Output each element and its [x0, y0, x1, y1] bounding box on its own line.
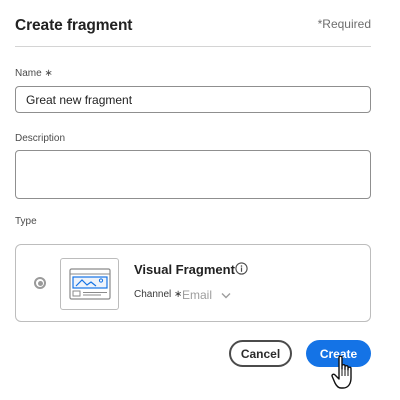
cancel-button[interactable]: Cancel [229, 340, 292, 367]
type-label: Type [15, 216, 37, 227]
visual-fragment-title: Visual Fragment [134, 262, 235, 277]
header-divider [15, 46, 371, 47]
visual-fragment-radio[interactable] [34, 277, 46, 289]
name-input[interactable] [15, 86, 371, 113]
description-input[interactable] [15, 150, 371, 199]
dialog-title: Create fragment [15, 17, 133, 34]
visual-fragment-option[interactable]: Visual Fragment Channel ∗ Email [15, 244, 371, 322]
create-button[interactable]: Create [306, 340, 371, 367]
channel-value: Email [182, 288, 213, 302]
required-note: *Required [317, 17, 371, 31]
info-icon[interactable] [235, 262, 248, 275]
name-label: Name ∗ [15, 68, 53, 79]
chevron-down-icon [221, 292, 231, 298]
create-fragment-dialog: Create fragment *Required Name ∗ Descrip… [0, 0, 400, 400]
visual-fragment-thumbnail-icon [60, 258, 119, 310]
channel-label: Channel ∗ [134, 289, 183, 300]
description-label: Description [15, 133, 66, 144]
channel-select[interactable]: Email [182, 287, 231, 303]
